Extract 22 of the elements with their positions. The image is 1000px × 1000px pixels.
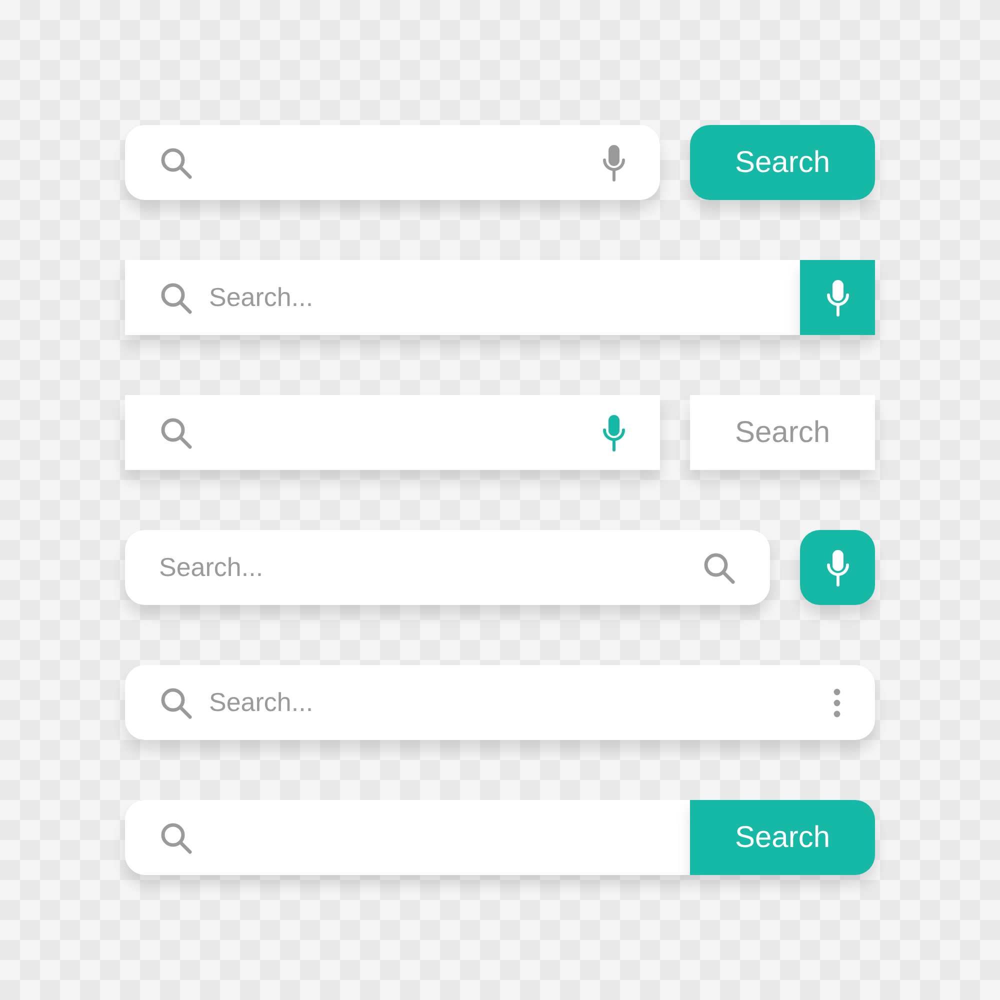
search-icon	[159, 146, 193, 180]
search-bar[interactable]: Search...	[125, 260, 800, 335]
search-field[interactable]: Search...	[159, 552, 686, 583]
search-button[interactable]: Search	[690, 800, 875, 875]
search-bar[interactable]: Search...	[125, 530, 770, 605]
microphone-icon	[826, 278, 850, 316]
search-icon	[159, 416, 193, 450]
search-icon	[702, 550, 736, 584]
microphone-icon[interactable]	[602, 144, 626, 182]
more-menu-icon[interactable]	[833, 688, 841, 718]
search-button[interactable]: Search	[690, 395, 875, 470]
voice-search-button[interactable]	[800, 260, 875, 335]
search-bar[interactable]: Search...	[125, 665, 875, 740]
voice-search-button[interactable]	[800, 530, 875, 605]
search-icon	[159, 280, 193, 314]
search-field[interactable]: Search...	[209, 687, 817, 718]
search-icon	[159, 820, 193, 854]
microphone-icon[interactable]	[602, 414, 626, 452]
microphone-icon	[826, 548, 850, 586]
search-field[interactable]: Search...	[209, 282, 766, 313]
search-icon	[159, 686, 193, 720]
search-button[interactable]: Search	[690, 125, 875, 200]
